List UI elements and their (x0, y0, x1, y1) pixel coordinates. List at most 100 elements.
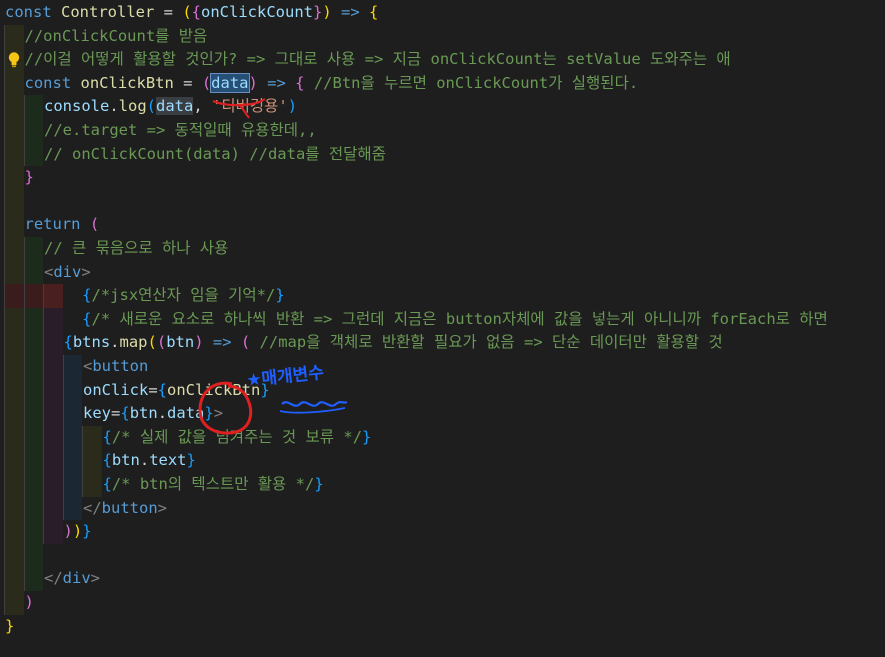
code-text: return ( (25, 213, 100, 237)
indent-rainbow (82, 449, 102, 473)
code-line[interactable] (0, 543, 885, 568)
code-line[interactable] (0, 189, 885, 214)
indent-rainbow (23, 402, 43, 426)
code-token: { (120, 404, 130, 423)
code-line[interactable]: } (0, 615, 885, 639)
code-token: button (92, 357, 149, 375)
code-editor[interactable]: const Controller = ({onClickCount}) => {… (0, 0, 885, 657)
indent-rainbow (43, 425, 63, 450)
code-token: btn (111, 451, 140, 470)
code-token: btn (166, 333, 195, 352)
code-line[interactable]: //onClickCount를 받음 (0, 24, 885, 49)
code-token: { (157, 380, 168, 399)
code-token: /* 실제 값을 넘겨주는 것 보류 */ (111, 427, 363, 446)
indent-guide (62, 378, 64, 403)
code-text: // 큰 묶음으로 하나 사용 (44, 237, 228, 261)
code-line[interactable]: <button (0, 355, 885, 379)
code-token: log (118, 97, 147, 116)
code-token: // onClickCount(data) //data를 전달해줌 (44, 144, 386, 163)
indent-guide (4, 307, 5, 332)
indent-guide (4, 355, 5, 379)
indent-guide (4, 189, 5, 214)
indent-rainbow (4, 591, 24, 615)
code-token: /*jsx연산자 임을 기억*/ (91, 286, 276, 305)
code-token: { (295, 73, 305, 92)
code-token: > (213, 404, 224, 423)
indent-rainbow (43, 355, 63, 379)
indent-guide (4, 591, 5, 615)
code-text: </button> (83, 497, 167, 521)
code-line[interactable]: } (0, 166, 885, 190)
code-line[interactable]: // 큰 묶음으로 하나 사용 (0, 237, 885, 261)
indent-guide (23, 119, 25, 143)
indent-rainbow (4, 189, 24, 214)
code-token: ( (156, 333, 167, 352)
code-token: } (204, 404, 214, 423)
indent-guide (43, 402, 44, 426)
indent-rainbow (62, 449, 82, 473)
code-text: <button (83, 355, 148, 379)
code-line[interactable]: <div> (0, 260, 885, 285)
indent-rainbow (23, 449, 43, 473)
code-token: ) (287, 97, 298, 116)
code-line[interactable]: {/* 실제 값을 넘겨주는 것 보류 */} (0, 425, 885, 450)
indent-guide (4, 496, 5, 521)
code-text: } (25, 166, 34, 190)
code-token: ) (72, 522, 83, 541)
code-line[interactable]: {/* 새로운 요소로 하나씩 반환 => 그런데 지금은 button자체에 … (0, 307, 885, 332)
indent-guide (4, 331, 5, 355)
code-line[interactable]: {/*jsx연산자 임을 기억*/} (0, 284, 885, 308)
indent-guide (62, 402, 64, 426)
indent-rainbow (82, 473, 102, 497)
code-token: = (154, 3, 183, 21)
code-line[interactable]: {btn.text} (0, 449, 885, 473)
code-token: { (102, 427, 112, 446)
indent-guide (23, 284, 25, 308)
code-line[interactable]: </button> (0, 496, 885, 521)
indent-guide (62, 496, 64, 521)
indent-guide (23, 307, 25, 332)
code-token: /* 새로운 요소로 하나씩 반환 => 그런데 지금은 button자체에 값… (91, 309, 828, 328)
indent-rainbow (23, 307, 43, 332)
indent-guide (62, 355, 64, 379)
code-line[interactable]: // onClickCount(data) //data를 전달해줌 (0, 142, 885, 167)
code-line[interactable]: {/* btn의 텍스트만 활용 */} (0, 473, 885, 497)
indent-rainbow (4, 331, 24, 355)
code-token: onClickCount (201, 3, 313, 21)
code-line[interactable]: //이걸 어떻게 활용할 것인가? => 그대로 사용 => 지금 onClic… (0, 48, 885, 72)
code-text: {/* btn의 텍스트만 활용 */} (103, 473, 324, 497)
code-line[interactable]: {btns.map((btn) => ( //map을 객체로 반환할 필요가 … (0, 331, 885, 355)
code-token: text (149, 451, 187, 470)
code-line[interactable]: const Controller = ({onClickCount}) => { (0, 1, 885, 25)
indent-guide (4, 520, 5, 544)
code-text: //이걸 어떻게 활용할 것인가? => 그대로 사용 => 지금 onClic… (25, 48, 731, 72)
indent-guide (62, 473, 64, 497)
code-token: ) (63, 522, 73, 541)
code-line[interactable]: const onClickBtn = (data) => { //Btn을 누르… (0, 71, 885, 96)
indent-guide (23, 473, 25, 497)
code-line[interactable]: </div> (0, 567, 885, 591)
indent-rainbow (4, 71, 24, 96)
lightbulb-icon[interactable] (7, 51, 21, 69)
indent-rainbow (4, 307, 24, 332)
indent-rainbow (4, 449, 24, 473)
indent-guide (43, 307, 44, 332)
indent-guide (23, 355, 25, 379)
indent-rainbow (4, 237, 24, 261)
indent-guide (4, 378, 5, 403)
code-line[interactable]: //e.target => 동적일때 유용한데,, (0, 119, 885, 143)
code-line[interactable]: onClick={onClickBtn} (0, 378, 885, 403)
code-text: key={btn.data}> (83, 402, 223, 426)
code-line[interactable]: ))} (0, 520, 885, 544)
indent-guide (23, 425, 25, 450)
code-line[interactable]: ) (0, 591, 885, 615)
code-line[interactable]: return ( (0, 213, 885, 237)
code-token: } (362, 427, 372, 446)
code-line[interactable]: console.log(data, '디버깅용') (0, 95, 885, 119)
code-line[interactable]: key={btn.data}> (0, 402, 885, 426)
indent-guide (4, 24, 5, 49)
code-token: > (157, 498, 168, 517)
indent-rainbow (23, 237, 43, 261)
code-text: </div> (44, 567, 100, 591)
code-token: } (314, 475, 324, 493)
